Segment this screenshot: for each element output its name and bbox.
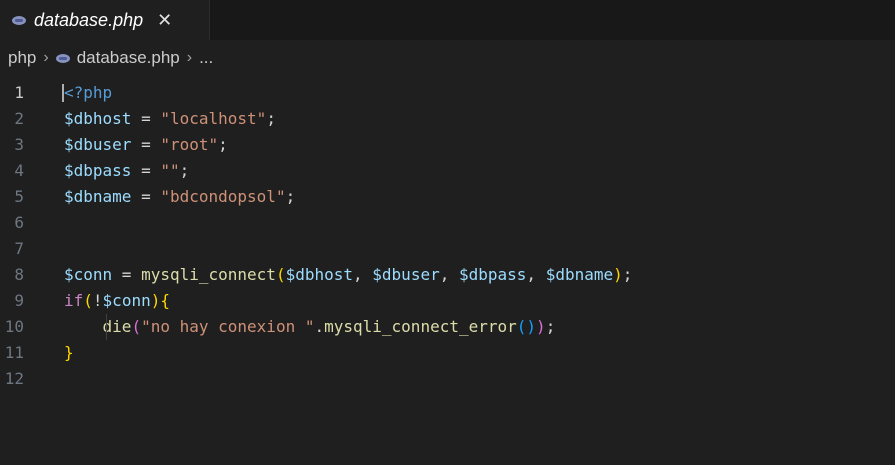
code-token: ; [179,161,190,180]
line-number: 12 [4,369,24,388]
code-token: if [64,291,84,310]
code-token: ( [275,265,286,284]
line-number: 7 [14,239,24,258]
line-number: 1 [14,83,24,102]
code-token: $dbpass [458,265,527,284]
code-token: = [131,109,161,128]
code-token: , [526,265,546,284]
tab-database-php[interactable]: database.php ✕ [0,0,210,40]
code-text: $dbpass = ""; [64,158,189,184]
code-line[interactable]: 9 if(!$conn){ [0,288,895,314]
code-line[interactable]: 4 $dbpass = ""; [0,158,895,184]
code-token: "localhost" [160,109,267,128]
code-line[interactable]: 11} [0,340,895,366]
code-token: ( [131,317,142,336]
code-line[interactable]: 12 [0,366,895,392]
code-text: } [64,340,74,366]
code-token: ; [218,135,228,154]
code-token: $dbpass [64,161,132,180]
line-number: 4 [14,161,24,180]
code-token: mysqli_connect [141,265,276,284]
code-text: <?php [62,80,113,106]
code-token: ( [516,317,527,336]
code-token: ) [150,291,161,310]
code-token: = [131,135,161,154]
breadcrumb-symbols[interactable]: ... [199,48,213,68]
code-token: , [353,265,373,284]
code-token: = [131,161,161,180]
code-token: ) [536,317,546,336]
code-token: $dbhost [64,109,132,128]
tab-bar: database.php ✕ [0,0,895,40]
code-text: $conn = mysqli_connect($dbhost, $dbuser,… [64,262,632,288]
code-token: $conn [102,291,151,310]
code-token: . [314,317,325,336]
code-token: ; [266,109,276,128]
line-number: 9 [14,291,24,310]
code-token: <?php [64,83,113,102]
code-line[interactable]: 5 $dbname = "bdcondopsol"; [0,184,895,210]
breadcrumb: php › database.php › ... [0,40,895,76]
code-text: $dbname = "bdcondopsol"; [64,184,295,210]
code-text: $dbhost = "localhost"; [64,106,276,132]
code-line[interactable]: 10 die("no hay conexion ".mysqli_connect… [0,314,895,340]
code-line[interactable]: 6 [0,210,895,236]
close-icon[interactable]: ✕ [157,10,172,31]
code-token: = [131,187,161,206]
php-file-icon [55,53,70,63]
code-line[interactable]: 2 $dbhost = "localhost"; [0,106,895,132]
breadcrumb-folder[interactable]: php [8,48,36,68]
code-token: ! [92,291,103,310]
code-text: $dbuser = "root"; [64,132,228,158]
line-number: 11 [4,343,24,362]
code-token: { [160,291,170,310]
code-text: if(!$conn){ [64,288,170,314]
code-token: $dbuser [64,135,132,154]
tab-title: database.php [34,9,144,30]
code-token: $dbname [545,265,614,284]
line-number: 10 [4,317,24,336]
chevron-right-icon: › [186,49,193,66]
code-token: $conn [64,265,113,284]
code-token: ) [526,317,537,336]
code-line[interactable]: 1 <?php [0,80,895,106]
line-number: 6 [14,213,24,232]
code-line[interactable]: 8 $conn = mysqli_connect($dbhost, $dbuser… [0,262,895,288]
line-number: 2 [14,109,24,128]
code-token: ; [622,265,633,284]
code-token: } [64,343,74,362]
code-token: ; [545,317,556,336]
code-area[interactable]: 1 <?php 2 $dbhost = "localhost"; 3 $dbuser = … [0,76,895,392]
text-cursor [62,84,64,102]
code-editor[interactable]: database.php ✕ php › database.php › ... … [0,0,895,465]
code-token: = [112,265,142,284]
code-token: ; [285,187,296,206]
code-token: $dbname [64,187,132,206]
code-token: "root" [160,135,219,154]
chevron-right-icon: › [43,49,49,66]
line-number: 8 [14,265,24,284]
code-token: "" [160,161,180,180]
code-token: $dbuser [372,265,440,284]
code-token: , [439,265,459,284]
breadcrumb-file[interactable]: database.php [77,48,180,68]
code-text: die("no hay conexion ".mysqli_connect_er… [64,314,556,340]
line-number: 3 [14,135,24,154]
code-token: "bdcondopsol" [160,187,286,206]
line-number: 5 [14,187,24,206]
code-line[interactable]: 7 [0,236,895,262]
code-token: ) [613,265,623,284]
code-token: $dbhost [285,265,354,284]
code-token: mysqli_connect_error [324,317,517,336]
code-token: "no hay conexion " [141,317,315,336]
indent-guide [106,314,107,340]
code-token: ( [83,291,93,310]
php-file-icon [12,15,26,25]
code-line[interactable]: 3 $dbuser = "root"; [0,132,895,158]
